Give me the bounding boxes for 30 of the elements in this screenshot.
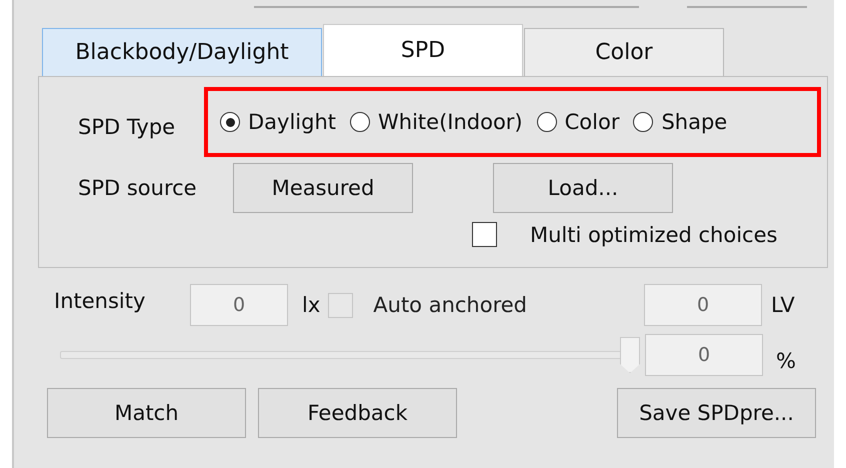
radio-label: Daylight <box>248 110 336 134</box>
spd-source-label: SPD source <box>78 176 198 200</box>
unit-label: % <box>776 349 796 373</box>
save-button[interactable]: Save SPDpre... <box>617 388 816 438</box>
radio-label: Shape <box>661 110 728 134</box>
unit-label: LV <box>771 293 795 317</box>
radio-label: Color <box>564 110 620 134</box>
match-button[interactable]: Match <box>47 388 246 438</box>
radio-button[interactable] <box>350 112 370 132</box>
checkbox-label: Auto anchored <box>373 293 528 317</box>
radio-button[interactable] <box>633 112 654 132</box>
unit-label: lx <box>302 293 320 317</box>
tab[interactable]: SPD <box>323 24 523 76</box>
checkbox[interactable] <box>472 222 497 247</box>
lv-field[interactable]: 0 <box>644 284 762 326</box>
tab[interactable]: Blackbody/Daylight <box>42 28 322 76</box>
load-button[interactable]: Load... <box>493 163 673 213</box>
radio-button[interactable] <box>220 112 240 132</box>
intensity-label: Intensity <box>54 289 146 313</box>
checkbox-label: Multi optimized choices <box>530 222 778 246</box>
radio-label: White(Indoor) <box>378 110 523 134</box>
intensity-field[interactable]: 0 <box>190 284 288 326</box>
measured-button[interactable]: Measured <box>233 163 413 213</box>
feedback-button[interactable]: Feedback <box>258 388 457 438</box>
slider[interactable] <box>60 337 640 373</box>
spd-type-label: SPD Type <box>78 115 176 139</box>
percent-field[interactable]: 0 <box>645 334 763 376</box>
radio-button[interactable] <box>536 112 557 132</box>
tab[interactable]: Color <box>524 28 724 76</box>
slider-thumb[interactable] <box>620 337 640 373</box>
